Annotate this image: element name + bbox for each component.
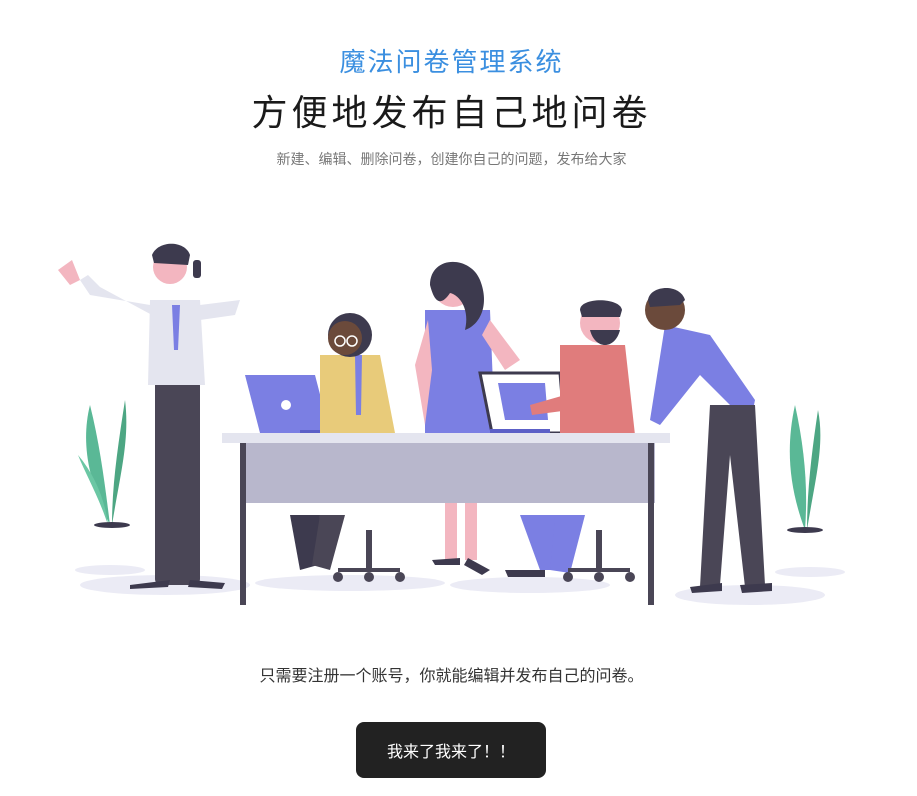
office-chair-icon (333, 530, 405, 582)
hero-description: 新建、编辑、删除问卷，创建你自己的问题，发布给大家 (276, 152, 627, 168)
right-plant-icon (787, 405, 823, 533)
team-working-illustration (58, 243, 845, 605)
floor-shadow (75, 565, 145, 575)
cta-description: 只需要注册一个账号，你就能编辑并发布自己的问卷。 (259, 666, 644, 685)
man-on-phone-figure (58, 243, 240, 589)
floor-shadow (255, 575, 445, 591)
brand-title: 魔法问卷管理系统 (339, 48, 564, 78)
get-started-button[interactable]: 我来了我来了！！ (356, 722, 546, 778)
landing-page: 魔法问卷管理系统 方便地发布自己地问卷 新建、编辑、删除问卷，创建你自己的问题，… (0, 0, 917, 796)
floor-shadow (775, 567, 845, 577)
floor-shadow (450, 577, 610, 593)
hero-title: 方便地发布自己地问卷 (251, 93, 652, 134)
left-plant-icon (78, 400, 130, 528)
